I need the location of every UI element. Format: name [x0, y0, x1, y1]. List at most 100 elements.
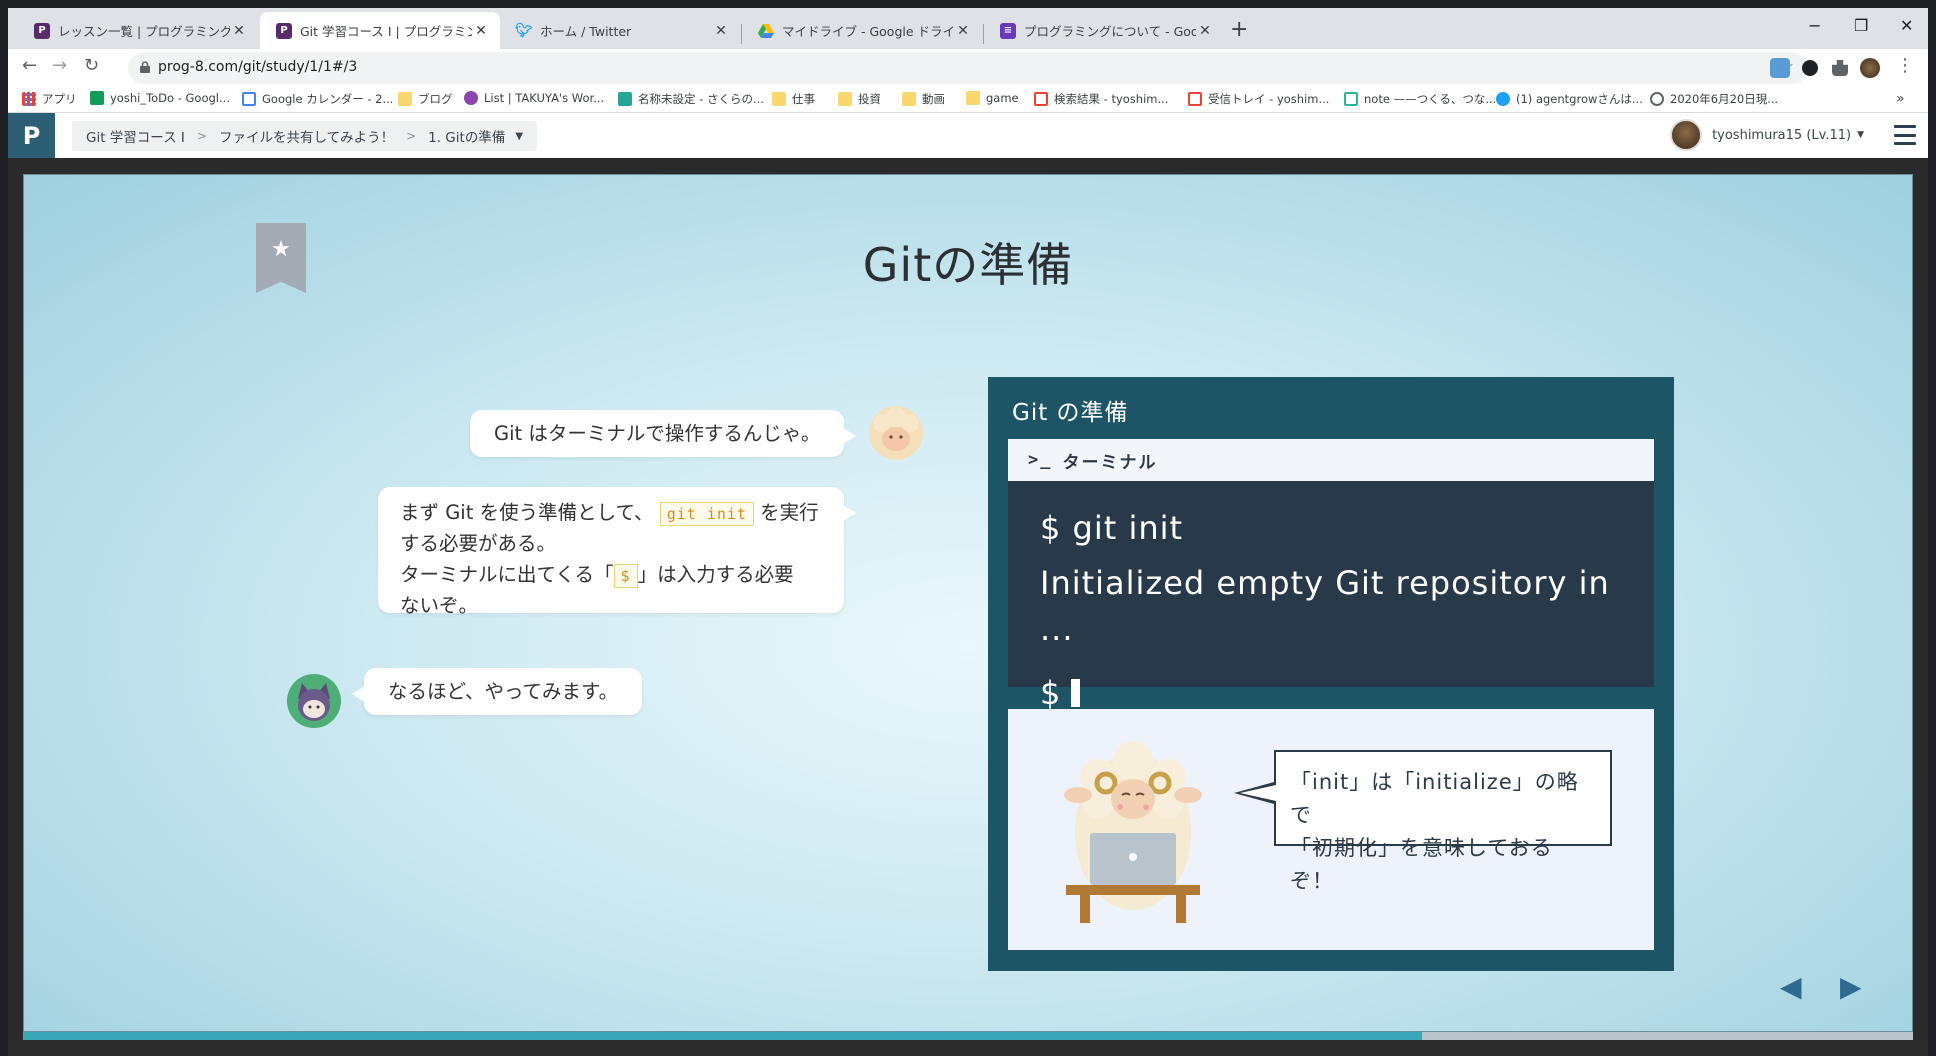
tab-title: マイドライブ - Google ドライブ	[782, 24, 954, 39]
close-icon[interactable]: ✕	[712, 23, 730, 39]
chat-bubble: なるほど、やってみます。	[351, 668, 643, 715]
close-icon[interactable]: ✕	[1196, 23, 1214, 39]
bookmarks-overflow-button[interactable]: »	[1896, 91, 1905, 107]
sheets-icon	[90, 91, 104, 105]
new-tab-button[interactable]: +	[1230, 17, 1248, 42]
folder-icon	[838, 92, 852, 106]
progate-logo[interactable]: P	[8, 113, 55, 158]
extensions-puzzle-icon[interactable]	[1832, 60, 1848, 76]
bookmark-folder[interactable]: 投資	[838, 91, 881, 107]
git-setup-panel: Git の準備 >_ ターミナル $ git init Initialized …	[988, 377, 1674, 971]
chat-bubble: Git はターミナルで操作するんじゃ。	[470, 410, 857, 457]
avatar	[1670, 119, 1703, 151]
bookmark-item[interactable]: (1) agentgrowさんは...	[1496, 91, 1643, 107]
tab-lessons[interactable]: P レッスン一覧 | プログラミングの入門な ✕	[18, 12, 258, 49]
drive-icon	[758, 23, 774, 39]
terminal-label: ターミナル	[1062, 452, 1158, 473]
gmail-icon	[1034, 92, 1048, 106]
restore-button[interactable]: ❐	[1854, 16, 1868, 35]
terminal-output: $ git init Initialized empty Git reposit…	[1008, 481, 1654, 712]
bookmark-item[interactable]: yoshi_ToDo - Googl...	[90, 91, 230, 105]
bookmark-item[interactable]: 受信トレイ - yoshim...	[1188, 91, 1329, 107]
reload-button[interactable]: ↻	[84, 55, 99, 76]
tab-google-drive[interactable]: マイドライブ - Google ドライブ ✕	[742, 12, 982, 49]
panel-title: Git の準備	[1012, 400, 1129, 426]
extension-chat-icon[interactable]	[1802, 60, 1818, 76]
address-bar[interactable]: prog-8.com/git/study/1/1#/3 ☆	[128, 52, 1808, 84]
username: tyoshimura15 (Lv.11)	[1712, 127, 1852, 143]
prev-slide-button[interactable]: ◀	[1780, 970, 1802, 1003]
bookmark-folder[interactable]: ブログ	[398, 91, 453, 107]
breadcrumb-course[interactable]: Git 学習コース I	[86, 126, 185, 146]
progate-favicon-icon: P	[276, 22, 292, 39]
chevron-right-icon: >	[406, 129, 417, 143]
close-icon[interactable]: ✕	[230, 23, 248, 39]
info-box: 「init」は「initialize」の略で 「初期化」を意味しておるぞ！	[1008, 709, 1654, 950]
lock-icon	[140, 61, 150, 73]
user-menu[interactable]: tyoshimura15 (Lv.11) ▼	[1670, 119, 1864, 151]
terminal-cursor	[1071, 679, 1081, 707]
bottom-strip	[8, 1040, 1928, 1056]
chat-bubble: まず Git を使う準備として、 git init を実行 する必要がある。 タ…	[378, 487, 856, 617]
tab-google-forms[interactable]: ≡ プログラミングについて - Google フォー ✕	[984, 12, 1224, 49]
tab-title: ホーム / Twitter	[540, 24, 632, 39]
tab-title: Git 学習コース I | プログラミングの入門	[300, 24, 472, 39]
bookmark-folder[interactable]: game	[966, 91, 1019, 105]
apps-icon	[22, 92, 36, 106]
extension-icon[interactable]	[1770, 58, 1790, 78]
forward-button[interactable]: →	[52, 55, 67, 76]
browser-menu-icon[interactable]: ⋮	[1896, 55, 1914, 76]
tab-strip: P レッスン一覧 | プログラミングの入門な ✕ P Git 学習コース I |…	[8, 8, 1928, 49]
terminal-line: $	[1040, 674, 1062, 712]
caret-down-icon[interactable]: ▼	[515, 131, 523, 142]
bookmark-folder[interactable]: 動画	[902, 91, 945, 107]
folder-icon	[398, 92, 412, 106]
bookmark-apps[interactable]: アプリ	[22, 91, 77, 107]
tab-git-course[interactable]: P Git 学習コース I | プログラミングの入門 ✕	[260, 12, 500, 49]
folder-icon	[902, 92, 916, 106]
slide: ★ Gitの準備 Git はターミナルで操作するんじゃ。 まず Git を使う準…	[23, 174, 1913, 1032]
url-text: prog-8.com/git/study/1/1#/3	[158, 59, 358, 75]
close-icon[interactable]: ✕	[954, 23, 972, 39]
back-button[interactable]: ←	[22, 55, 37, 76]
forms-icon: ≡	[1000, 22, 1016, 39]
terminal-line: $ git init	[1040, 509, 1184, 547]
tab-twitter[interactable]: 🐦︎ ホーム / Twitter ✕	[500, 12, 740, 49]
calendar-icon	[242, 92, 256, 106]
hamburger-menu-icon[interactable]	[1894, 125, 1916, 145]
breadcrumb-slide[interactable]: 1. Gitの準備	[428, 126, 505, 146]
slide-progress-fill	[23, 1032, 1422, 1040]
twitter-icon	[1496, 92, 1510, 106]
code-snippet: $	[613, 564, 638, 588]
slide-stage: ★ Gitの準備 Git はターミナルで操作するんじゃ。 まず Git を使う準…	[8, 158, 1928, 1056]
bookmark-item[interactable]: note ——つくる、つな...	[1344, 91, 1496, 107]
minimize-button[interactable]: −	[1808, 16, 1821, 35]
caret-down-icon: ▼	[1857, 130, 1864, 140]
terminal-header: >_ ターミナル	[1008, 439, 1654, 481]
close-icon[interactable]: ✕	[472, 23, 490, 39]
folder-icon	[772, 92, 786, 106]
bookmark-item[interactable]: 2020年6月20日現...	[1650, 91, 1778, 107]
note-icon	[1344, 92, 1358, 106]
bookmark-item[interactable]: 検索結果 - tyoshim...	[1034, 91, 1168, 107]
profile-avatar[interactable]	[1860, 58, 1880, 78]
close-window-button[interactable]: ✕	[1900, 16, 1913, 35]
sakura-icon	[618, 92, 632, 106]
bookmark-item[interactable]: 名称未設定 - さくらの...	[618, 91, 764, 107]
chevron-right-icon: >	[196, 129, 207, 143]
bookmark-folder[interactable]: 仕事	[772, 91, 815, 107]
progate-favicon-icon: P	[34, 22, 50, 39]
sheep-with-laptop-illustration	[1064, 741, 1202, 923]
tab-title: プログラミングについて - Google フォー	[1024, 24, 1196, 39]
user-avatar	[286, 673, 342, 729]
bookmark-item[interactable]: Google カレンダー - 2...	[242, 91, 393, 107]
slide-title: Gitの準備	[862, 238, 1074, 292]
list-icon	[464, 91, 478, 105]
sheep-avatar	[868, 405, 924, 461]
terminal-line: Initialized empty Git repository in ···	[1040, 564, 1610, 657]
gmail-icon	[1188, 92, 1202, 106]
bookmark-item[interactable]: List | TAKUYA's Wor...	[464, 91, 604, 105]
breadcrumb-chapter[interactable]: ファイルを共有してみよう！	[219, 126, 394, 146]
browser-window: P レッスン一覧 | プログラミングの入門な ✕ P Git 学習コース I |…	[0, 0, 1936, 1056]
next-slide-button[interactable]: ▶	[1840, 970, 1862, 1003]
